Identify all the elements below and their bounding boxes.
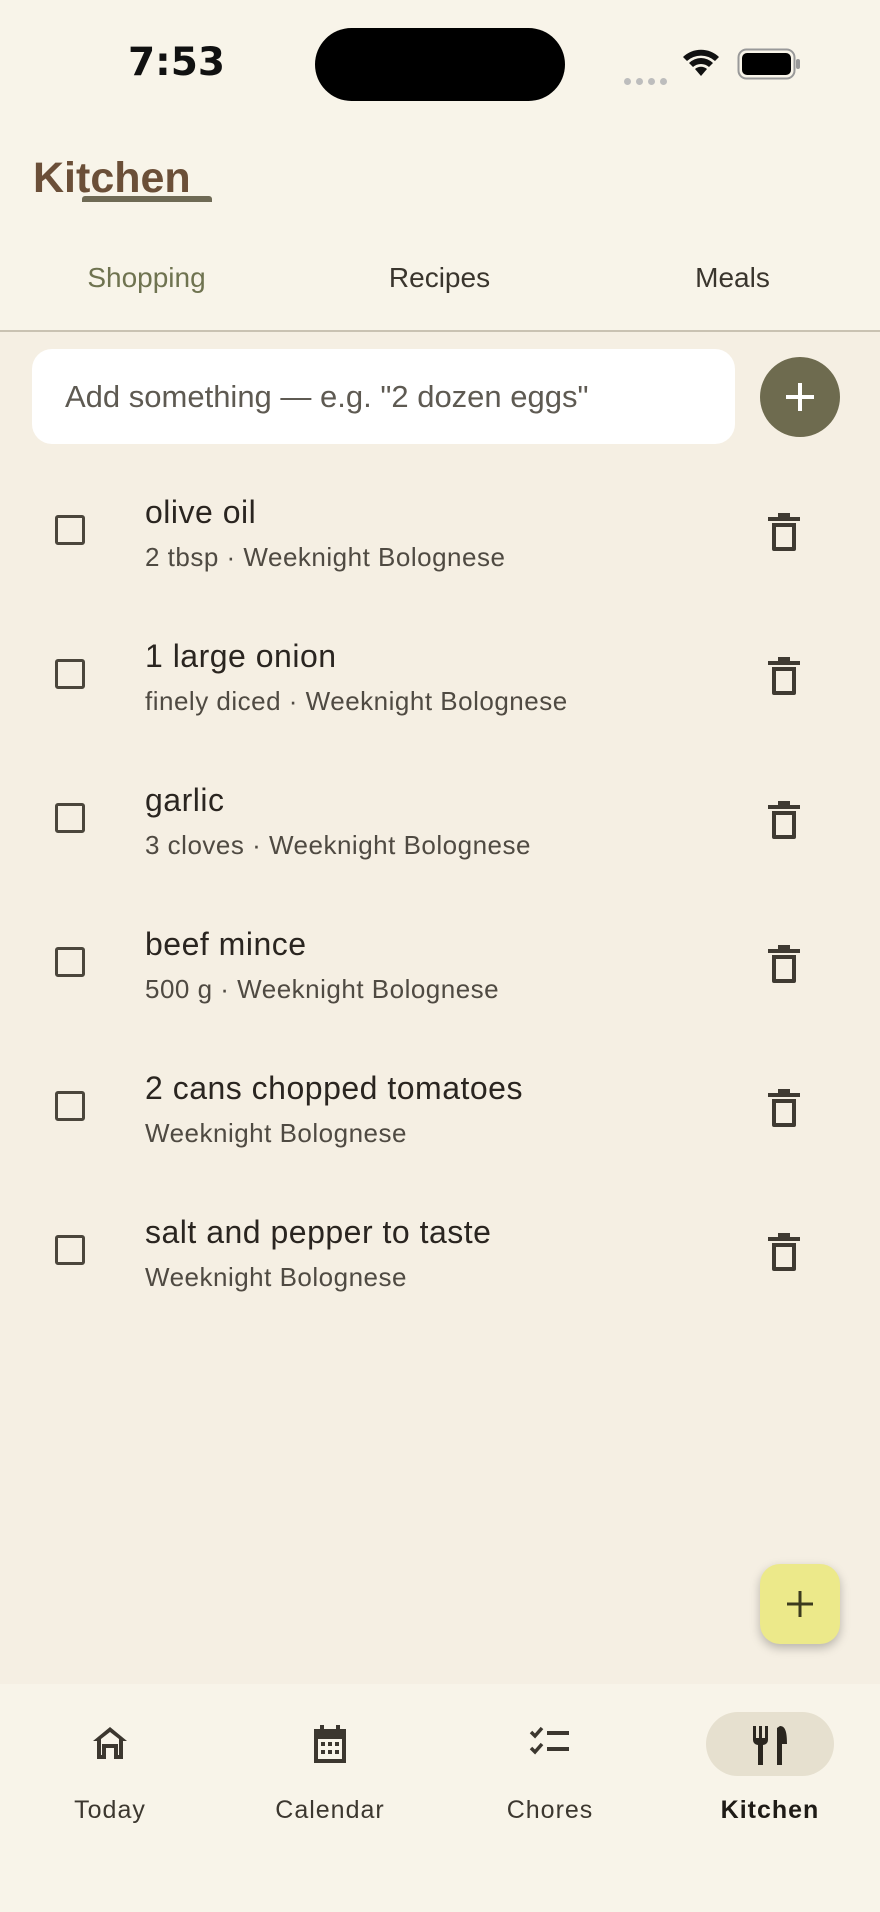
shopping-list: olive oil 2 tbsp · Weeknight Bolognese 1… [0, 460, 880, 1324]
item-subtitle: 2 tbsp · Weeknight Bolognese [145, 542, 506, 572]
tab-shopping[interactable]: Shopping [0, 260, 293, 330]
item-title: beef mince [145, 926, 307, 962]
item-subtitle: finely diced · Weeknight Bolognese [145, 686, 568, 716]
item-checkbox[interactable] [55, 1235, 85, 1265]
list-item: 2 cans chopped tomatoes Weeknight Bologn… [0, 1036, 880, 1180]
nav-label: Chores [506, 1796, 594, 1824]
item-checkbox[interactable] [55, 515, 85, 545]
nav-item-today[interactable]: Today [0, 1712, 220, 1832]
item-checkbox[interactable] [55, 659, 85, 689]
item-title: 1 large onion [145, 638, 337, 674]
add-item-bar [32, 349, 735, 444]
nav-item-chores[interactable]: Chores [440, 1712, 660, 1832]
list-item: garlic 3 cloves · Weeknight Bolognese [0, 748, 880, 892]
tab-recipes[interactable]: Recipes [293, 260, 586, 330]
floating-add-button[interactable] [760, 1564, 840, 1644]
delete-icon[interactable] [766, 656, 802, 696]
home-icon [93, 1727, 127, 1759]
bottom-navigation: Today Calendar Chores Kitchen [0, 1684, 880, 1912]
delete-icon[interactable] [766, 512, 802, 552]
item-checkbox[interactable] [55, 1091, 85, 1121]
item-title: garlic [145, 782, 225, 818]
status-time: 7:53 [128, 40, 226, 85]
checklist-icon [529, 1726, 569, 1755]
nav-label: Today [74, 1796, 146, 1824]
item-checkbox[interactable] [55, 947, 85, 977]
battery-icon [737, 48, 800, 80]
tab-meals[interactable]: Meals [586, 260, 879, 330]
item-subtitle: Weeknight Bolognese [145, 1262, 407, 1292]
list-item: 1 large onion finely diced · Weeknight B… [0, 604, 880, 748]
add-item-input[interactable] [32, 349, 735, 444]
item-title: salt and pepper to taste [145, 1214, 492, 1250]
item-title: olive oil [145, 494, 257, 530]
item-subtitle: 3 cloves · Weeknight Bolognese [145, 830, 531, 860]
list-item: beef mince 500 g · Weeknight Bolognese [0, 892, 880, 1036]
list-item: olive oil 2 tbsp · Weeknight Bolognese [0, 460, 880, 604]
item-checkbox[interactable] [55, 803, 85, 833]
plus-icon [787, 1591, 813, 1617]
list-item: salt and pepper to taste Weeknight Bolog… [0, 1180, 880, 1324]
app-header: Kitchen Shopping Recipes Meals [0, 130, 880, 330]
tab-bar: Shopping Recipes Meals [0, 260, 880, 330]
delete-icon[interactable] [766, 1232, 802, 1272]
wifi-icon [683, 49, 719, 76]
status-bar: 7:53 [0, 0, 880, 130]
item-subtitle: Weeknight Bolognese [145, 1118, 407, 1148]
delete-icon[interactable] [766, 1088, 802, 1128]
nav-label: Kitchen [720, 1796, 820, 1824]
item-title: 2 cans chopped tomatoes [145, 1070, 523, 1106]
delete-icon[interactable] [766, 800, 802, 840]
nav-item-kitchen[interactable]: Kitchen [660, 1712, 880, 1832]
cellular-signal-icon [624, 70, 672, 89]
item-subtitle: 500 g · Weeknight Bolognese [145, 974, 500, 1004]
calendar-icon [314, 1725, 346, 1763]
nav-label: Calendar [275, 1796, 385, 1824]
dynamic-island [315, 28, 565, 101]
plus-icon [786, 383, 814, 411]
tabs-divider [0, 330, 880, 332]
nav-item-calendar[interactable]: Calendar [220, 1712, 440, 1832]
add-item-button[interactable] [760, 357, 840, 437]
utensils-icon [753, 1726, 787, 1765]
tab-indicator [82, 196, 212, 202]
delete-icon[interactable] [766, 944, 802, 984]
